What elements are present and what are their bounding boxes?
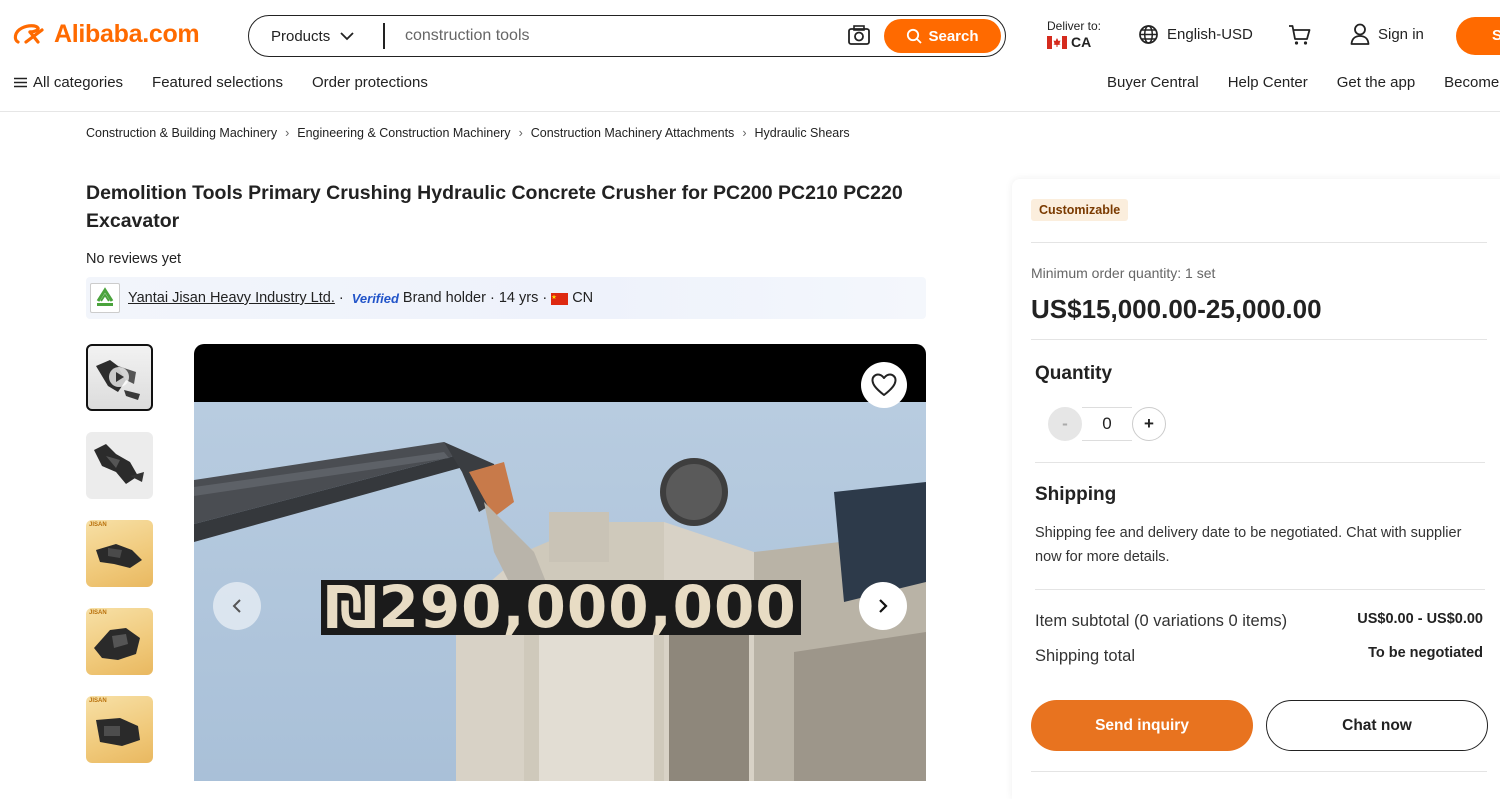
search-icon xyxy=(907,28,923,44)
breadcrumb-item[interactable]: Engineering & Construction Machinery xyxy=(297,126,510,140)
shipping-total-label: Shipping total xyxy=(1035,647,1135,665)
previous-media-button[interactable] xyxy=(213,582,261,630)
decrease-quantity-button[interactable]: - xyxy=(1048,407,1082,441)
products-dropdown-label: Products xyxy=(271,27,331,45)
logo-text: Alibaba.com xyxy=(54,20,200,48)
user-icon xyxy=(1350,23,1370,45)
thumbnail-brand-tag: JISAN xyxy=(89,610,107,616)
menu-icon xyxy=(14,77,27,88)
breadcrumb: Construction & Building Machinery › Engi… xyxy=(86,126,850,140)
video-price-overlay: ₪290,000,000 xyxy=(321,578,801,636)
top-bar: Alibaba.com Products Search Delive xyxy=(0,0,1500,70)
search-divider xyxy=(383,23,385,49)
shipping-description: Shipping fee and delivery date to be neg… xyxy=(1035,525,1462,565)
supplier-name-link[interactable]: Yantai Jisan Heavy Industry Ltd. xyxy=(128,290,335,306)
language-currency-selector[interactable]: English-USD xyxy=(1138,24,1253,45)
customizable-badge: Customizable xyxy=(1031,199,1129,221)
video-overlay-text: ₪290,000,000 xyxy=(321,578,801,636)
cart-icon[interactable] xyxy=(1288,24,1312,51)
nav-help-center[interactable]: Help Center xyxy=(1228,74,1308,91)
thumbnail-list: JISAN JISAN JISAN xyxy=(86,344,153,784)
deliver-country-code: CA xyxy=(1071,34,1092,50)
category-nav: All categories Featured selections Order… xyxy=(0,70,1500,112)
thumbnail-image[interactable]: JISAN xyxy=(86,696,153,763)
sign-in-link[interactable]: Sign in xyxy=(1350,23,1424,45)
heart-icon xyxy=(871,373,897,396)
nav-all-categories-label: All categories xyxy=(33,74,124,91)
supplier-country: CN xyxy=(572,290,594,306)
thumbnail-image[interactable]: JISAN xyxy=(86,608,153,675)
divider xyxy=(1031,339,1487,340)
supplier-meta: Brand holder · 14 yrs · xyxy=(402,290,548,306)
send-inquiry-button[interactable]: Send inquiry xyxy=(1031,700,1253,751)
product-title: Demolition Tools Primary Crushing Hydrau… xyxy=(86,182,903,232)
nav-become-supplier[interactable]: Become xyxy=(1444,74,1499,91)
thumbnail-brand-tag: JISAN xyxy=(89,698,107,704)
deliver-label: Deliver to: xyxy=(1047,19,1102,33)
thumbnail-brand-tag: JISAN xyxy=(89,522,107,528)
divider xyxy=(1035,462,1485,463)
divider xyxy=(1031,771,1487,772)
shipping-title: Shipping xyxy=(1035,484,1117,505)
nav-all-categories[interactable]: All categories xyxy=(14,74,123,91)
china-flag-icon xyxy=(551,293,569,305)
language-label: English-USD xyxy=(1167,26,1253,43)
chevron-left-icon xyxy=(232,599,241,613)
item-subtotal-label: Item subtotal (0 variations 0 items) xyxy=(1035,612,1288,630)
quantity-stepper: - 0 + xyxy=(1048,407,1166,441)
chat-now-button[interactable]: Chat now xyxy=(1266,700,1488,751)
order-panel: Customizable Minimum order quantity: 1 s… xyxy=(1012,179,1500,799)
divider xyxy=(1031,242,1487,243)
deliver-country: CA xyxy=(1047,35,1101,49)
thumbnail-video[interactable] xyxy=(86,344,153,411)
nav-get-the-app[interactable]: Get the app xyxy=(1337,74,1415,91)
breadcrumb-item[interactable]: Hydraulic Shears xyxy=(754,126,849,140)
quantity-value[interactable]: 0 xyxy=(1082,407,1132,441)
search-input[interactable] xyxy=(405,27,825,45)
increase-quantity-button[interactable]: + xyxy=(1132,407,1166,441)
item-subtotal-value: US$0.00 - US$0.00 xyxy=(1357,611,1483,627)
breadcrumb-item[interactable]: Construction & Building Machinery xyxy=(86,126,277,140)
quantity-title: Quantity xyxy=(1035,363,1113,384)
deliver-to[interactable]: Deliver to: CA xyxy=(1047,19,1101,49)
chevron-right-icon xyxy=(879,599,888,613)
breadcrumb-item[interactable]: Construction Machinery Attachments xyxy=(531,126,735,140)
chevron-right-icon: › xyxy=(518,126,523,140)
chevron-right-icon: › xyxy=(285,126,290,140)
favorite-button[interactable] xyxy=(861,362,907,408)
sign-in-label: Sign in xyxy=(1378,25,1424,43)
search-bar: Products Search xyxy=(248,15,1006,57)
search-button[interactable]: Search xyxy=(884,19,1001,53)
alibaba-logo[interactable]: Alibaba.com xyxy=(12,20,200,49)
products-dropdown[interactable]: Products xyxy=(249,28,383,45)
supplier-bar: Yantai Jisan Heavy Industry Ltd. · Verif… xyxy=(86,277,926,319)
globe-icon xyxy=(1139,25,1158,44)
nav-right: Buyer Central Help Center Get the app Be… xyxy=(1107,74,1500,91)
nav-featured-selections[interactable]: Featured selections xyxy=(152,74,283,91)
camera-icon[interactable] xyxy=(847,24,871,51)
separator-dot: · xyxy=(338,290,344,306)
search-button-label: Search xyxy=(928,27,979,45)
reviews-text: No reviews yet xyxy=(86,251,182,267)
canada-flag-icon xyxy=(1047,35,1067,49)
sign-up-button[interactable]: S xyxy=(1456,17,1500,55)
minimum-order-quantity: Minimum order quantity: 1 set xyxy=(1031,265,1216,281)
thumbnail-image[interactable] xyxy=(86,432,153,499)
nav-order-protections[interactable]: Order protections xyxy=(312,74,428,91)
nav-buyer-central[interactable]: Buyer Central xyxy=(1107,74,1199,91)
sign-up-label: S xyxy=(1492,27,1500,44)
shipping-total-value: To be negotiated xyxy=(1368,645,1483,661)
supplier-logo[interactable] xyxy=(90,283,120,313)
divider xyxy=(1035,589,1485,590)
next-media-button[interactable] xyxy=(859,582,907,630)
thumbnail-image[interactable]: JISAN xyxy=(86,520,153,587)
product-media-viewer[interactable]: ₪290,000,000 xyxy=(194,344,926,781)
nav-left: All categories Featured selections Order… xyxy=(14,74,457,91)
verified-badge[interactable]: Verified xyxy=(352,291,399,306)
alibaba-logo-icon xyxy=(13,23,44,44)
price-range: US$15,000.00-25,000.00 xyxy=(1031,294,1322,324)
chevron-down-icon xyxy=(340,31,354,40)
chevron-right-icon: › xyxy=(742,126,747,140)
